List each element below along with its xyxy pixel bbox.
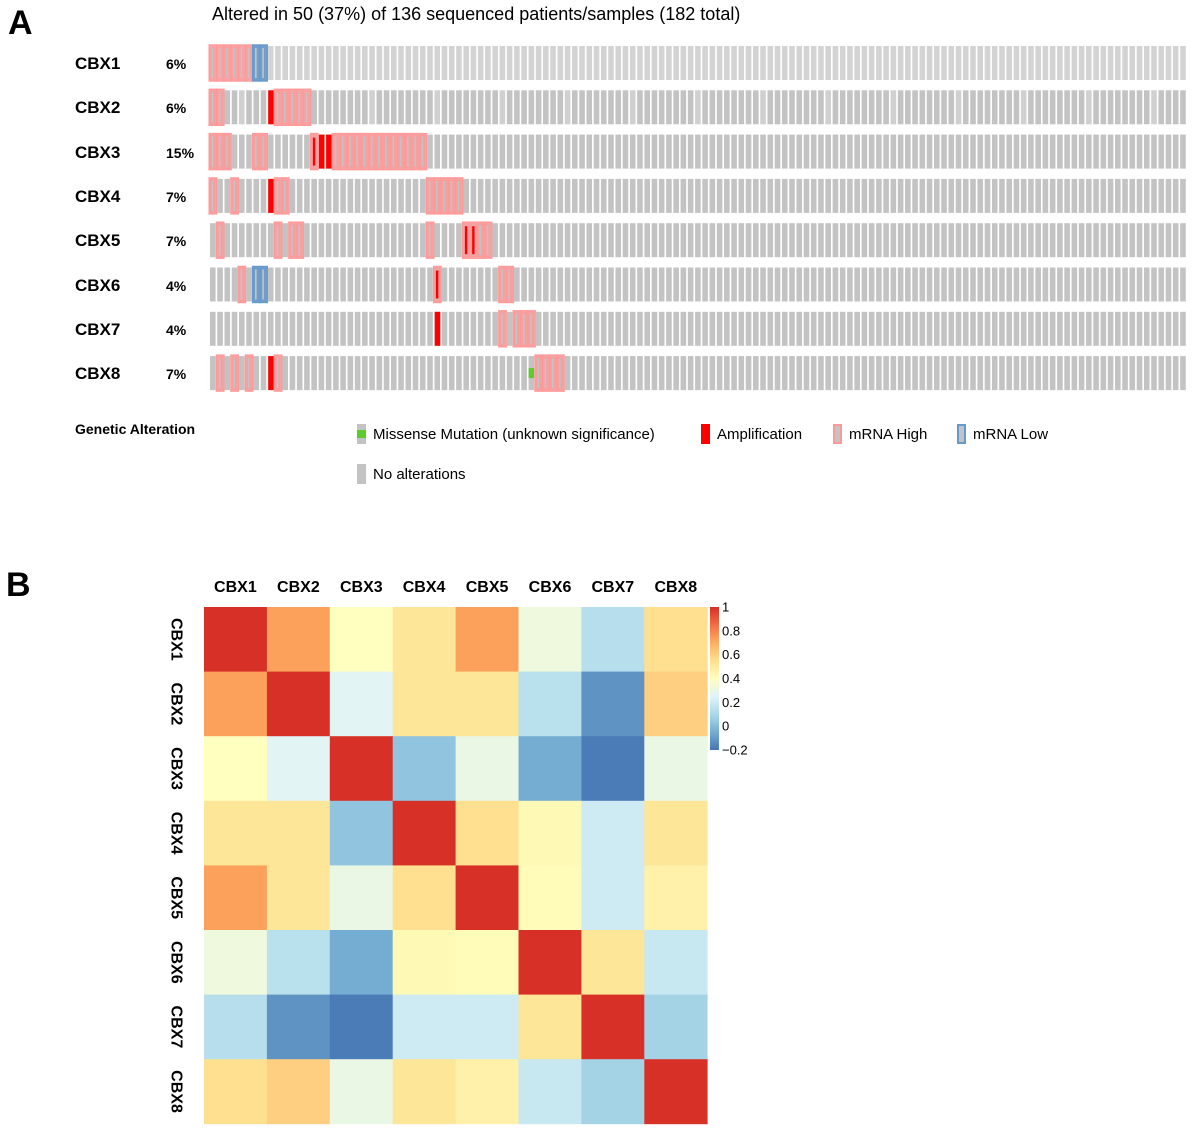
heatmap-cell bbox=[644, 607, 708, 672]
heatmap-row-label: CBX4 bbox=[168, 812, 185, 855]
heatmap-cell bbox=[392, 930, 456, 995]
colorbar-tick-label: 1 bbox=[722, 600, 729, 615]
heatmap-cell bbox=[455, 930, 519, 995]
heatmap-cell bbox=[581, 736, 645, 802]
heatmap-cell bbox=[266, 1059, 331, 1125]
heatmap-cell bbox=[266, 994, 331, 1060]
heatmap-row-label: CBX1 bbox=[168, 618, 185, 661]
heatmap-cell bbox=[581, 865, 645, 931]
heatmap-cell bbox=[204, 800, 268, 866]
heatmap-cell bbox=[204, 671, 268, 737]
heatmap-cell bbox=[581, 671, 645, 737]
heatmap-cell bbox=[329, 800, 394, 866]
heatmap-col-label: CBX4 bbox=[403, 579, 446, 596]
heatmap-cell bbox=[581, 930, 645, 995]
colorbar-tick-label: 0.6 bbox=[722, 647, 740, 662]
heatmap-cell bbox=[455, 800, 519, 866]
colorbar bbox=[710, 607, 719, 750]
heatmap-cell bbox=[518, 994, 582, 1060]
heatmap-row-label: CBX2 bbox=[168, 683, 185, 726]
heatmap-cell bbox=[266, 865, 331, 931]
colorbar-tick-label: −0.2 bbox=[722, 743, 748, 758]
heatmap-cell bbox=[455, 994, 519, 1060]
heatmap-cell bbox=[581, 800, 645, 866]
heatmap-cell bbox=[392, 671, 456, 737]
heatmap-cell bbox=[455, 865, 519, 931]
heatmap-cell bbox=[204, 1059, 268, 1125]
heatmap-cell bbox=[455, 607, 519, 672]
heatmap-cell bbox=[644, 1059, 708, 1125]
heatmap-cell bbox=[644, 671, 708, 737]
heatmap-cell bbox=[581, 1059, 645, 1125]
colorbar-tick-label: 0.2 bbox=[722, 695, 740, 710]
heatmap-cell bbox=[329, 994, 394, 1060]
heatmap-cell bbox=[392, 865, 456, 931]
heatmap-cell bbox=[518, 865, 582, 931]
heatmap-cell bbox=[644, 736, 708, 802]
colorbar-tick-label: 0.4 bbox=[722, 671, 740, 686]
correlation-heatmap: CBX1 CBX2 CBX3 CBX4 CBX5 CBX6 CBX7 CBX8 CBX1 CBX2… bbox=[168, 579, 748, 1125]
heatmap-cell bbox=[329, 607, 394, 672]
heatmap-col-label: CBX8 bbox=[654, 579, 697, 596]
heatmap-row-label: CBX3 bbox=[168, 747, 185, 790]
heatmap-cell bbox=[644, 994, 708, 1060]
heatmap-cell bbox=[266, 671, 331, 737]
heatmap-cell bbox=[204, 994, 268, 1060]
heatmap-row-label: CBX6 bbox=[168, 941, 185, 984]
heatmap-cell bbox=[644, 930, 708, 995]
heatmap-cell bbox=[329, 671, 394, 737]
heatmap-cell bbox=[455, 1059, 519, 1125]
heatmap-cell bbox=[518, 607, 582, 672]
heatmap-cell bbox=[204, 930, 268, 995]
heatmap-cell bbox=[518, 1059, 582, 1125]
heatmap-cell bbox=[392, 736, 456, 802]
heatmap-cell bbox=[329, 736, 394, 802]
heatmap-cell bbox=[392, 1059, 456, 1125]
heatmap-cell bbox=[455, 736, 519, 802]
heatmap-col-label: CBX3 bbox=[340, 579, 383, 596]
heatmap-cell bbox=[518, 671, 582, 737]
heatmap-cell bbox=[266, 930, 331, 995]
heatmap-cell bbox=[518, 736, 582, 802]
heatmap-cell bbox=[581, 994, 645, 1060]
heatmap-cell bbox=[329, 930, 394, 995]
heatmap-cell bbox=[392, 607, 456, 672]
heatmap-cell bbox=[329, 865, 394, 931]
heatmap-col-label: CBX7 bbox=[591, 579, 634, 596]
heatmap-cell bbox=[266, 607, 331, 672]
heatmap-cell bbox=[266, 800, 331, 866]
heatmap-cell bbox=[204, 865, 268, 931]
heatmap-row-label: CBX7 bbox=[168, 1006, 185, 1049]
heatmap-col-label: CBX6 bbox=[529, 579, 572, 596]
heatmap-cell bbox=[392, 800, 456, 866]
colorbar-tick-label: 0 bbox=[722, 719, 729, 734]
heatmap-cell bbox=[518, 800, 582, 866]
heatmap-cell bbox=[266, 736, 331, 802]
heatmap-cell bbox=[644, 800, 708, 866]
heatmap-cell bbox=[329, 1059, 394, 1125]
heatmap-cell bbox=[204, 736, 268, 802]
heatmap-cell bbox=[455, 671, 519, 737]
heatmap-row-label: CBX5 bbox=[168, 876, 185, 919]
heatmap-cell bbox=[392, 994, 456, 1060]
colorbar-tick-label: 0.8 bbox=[722, 623, 740, 638]
heatmap-cell bbox=[644, 865, 708, 931]
heatmap-col-label: CBX2 bbox=[277, 579, 320, 596]
heatmap-cell bbox=[204, 607, 268, 672]
heatmap-cell bbox=[518, 930, 582, 995]
heatmap-cell bbox=[581, 607, 645, 672]
heatmap-row-label: CBX8 bbox=[168, 1070, 185, 1113]
heatmap-col-label: CBX5 bbox=[466, 579, 509, 596]
heatmap-col-label: CBX1 bbox=[214, 579, 257, 596]
